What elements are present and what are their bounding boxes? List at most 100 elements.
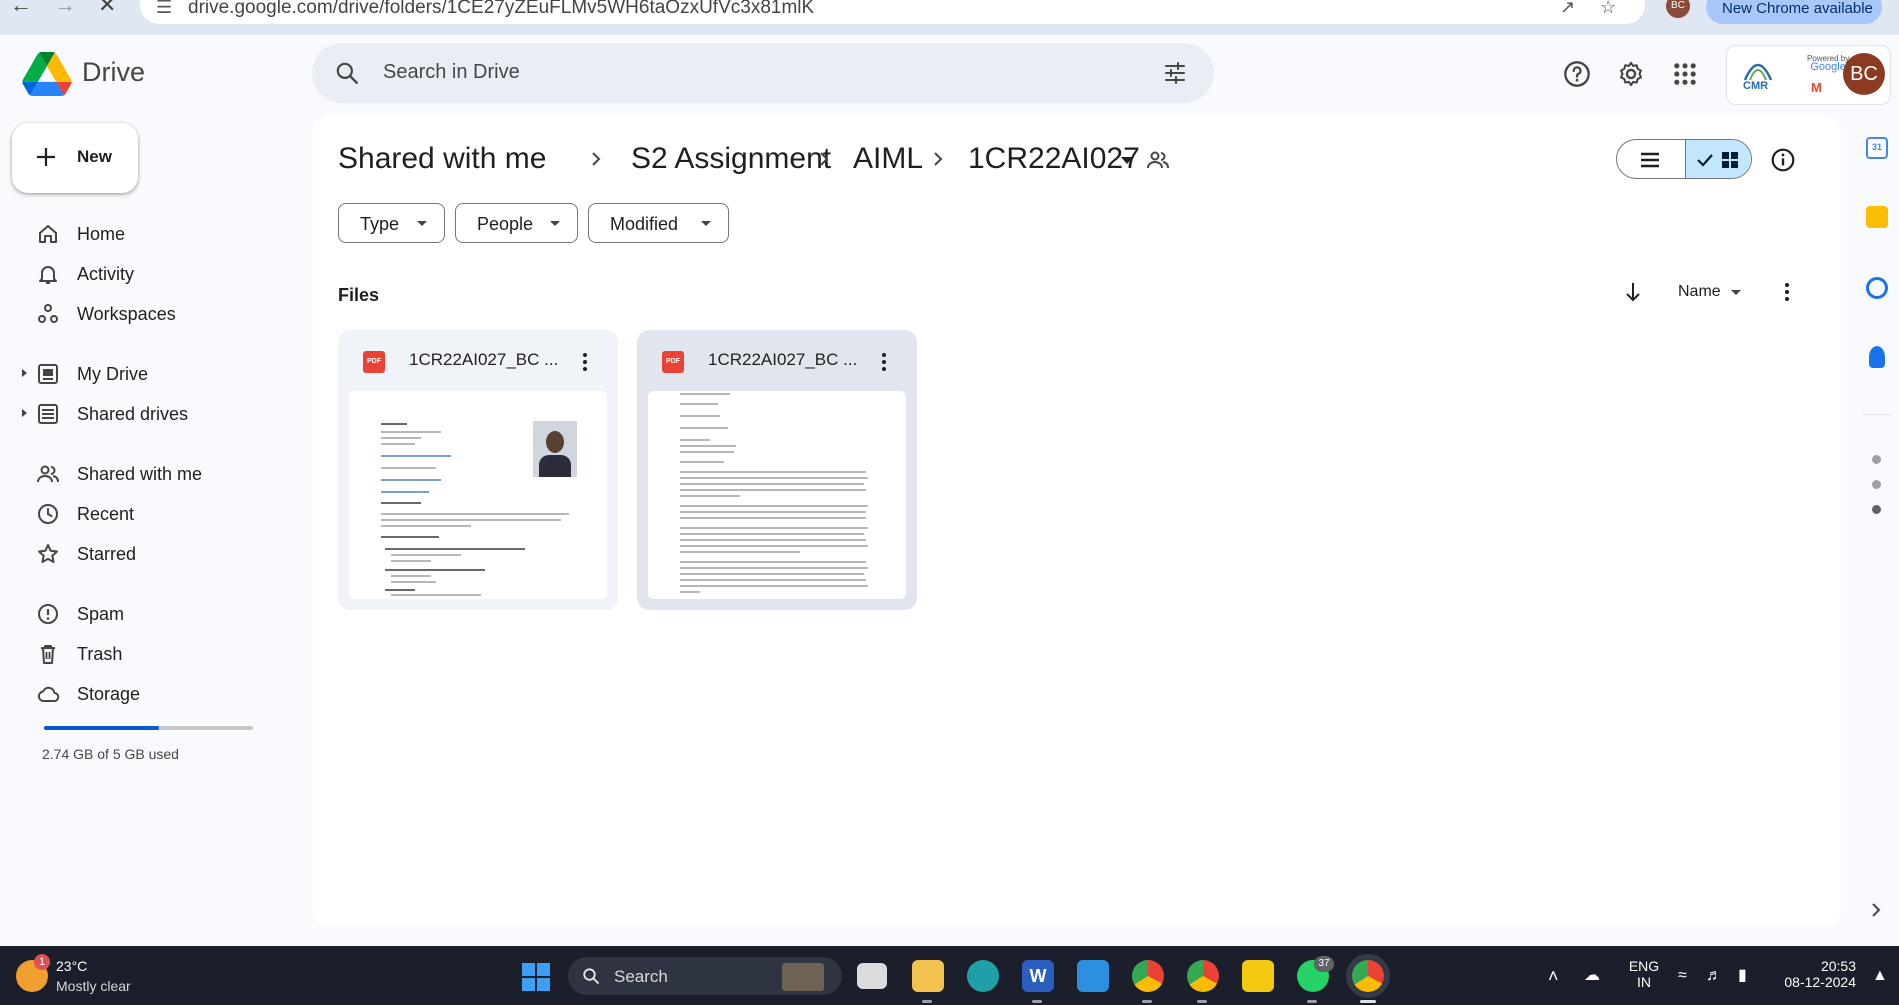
sort-direction-icon[interactable]: [1621, 280, 1645, 304]
breadcrumb-s2-assignment[interactable]: S2 Assignment: [631, 139, 831, 179]
filter-modified[interactable]: Modified: [588, 203, 729, 243]
file-card[interactable]: PDF 1CR22AI027_BC ...: [338, 330, 618, 610]
running-indicator: [1197, 1000, 1207, 1003]
onedrive-sync-icon[interactable]: ☁: [1584, 966, 1600, 986]
clock[interactable]: 20:53 08-12-2024: [1772, 958, 1856, 990]
task-view-icon[interactable]: [857, 963, 887, 989]
expand-caret-icon[interactable]: [22, 369, 27, 377]
wifi-icon[interactable]: ≈: [1678, 966, 1687, 986]
sidebar-item-spam[interactable]: Spam: [28, 594, 268, 634]
tasks-icon[interactable]: [1866, 277, 1888, 299]
rail-divider: [1862, 414, 1892, 415]
shared-folder-icon[interactable]: [1146, 148, 1170, 172]
account-avatar[interactable]: BC: [1843, 53, 1885, 95]
chrome-profile-t-icon[interactable]: [1132, 960, 1164, 992]
chrome-profile-t2-icon[interactable]: [1187, 960, 1219, 992]
sidebar-item-home[interactable]: Home: [28, 214, 268, 254]
weather-description[interactable]: Mostly clear: [56, 978, 131, 994]
sidebar-item-label: My Drive: [77, 364, 148, 384]
weather-temperature[interactable]: 23°C: [56, 958, 87, 974]
search-bar[interactable]: Search in Drive: [312, 43, 1214, 103]
rail-dot-icon: [1872, 505, 1881, 514]
volume-icon[interactable]: ♬: [1706, 966, 1722, 986]
stop-loading-icon[interactable]: ✕: [98, 0, 116, 20]
drive-logo-icon[interactable]: [22, 52, 72, 96]
plus-icon: [37, 148, 55, 166]
search-icon[interactable]: [334, 60, 360, 86]
folder-menu-caret-icon[interactable]: [1121, 157, 1133, 164]
expand-caret-icon[interactable]: [22, 409, 27, 417]
people-icon: [37, 465, 59, 483]
file-more-options-icon[interactable]: [872, 350, 896, 374]
contacts-icon[interactable]: [1869, 346, 1885, 368]
sidebar-item-shared-with-me[interactable]: Shared with me: [28, 454, 268, 494]
sort-by-button[interactable]: Name: [1678, 283, 1721, 301]
help-icon[interactable]: [1563, 60, 1591, 88]
back-icon[interactable]: ←: [10, 0, 32, 20]
chrome-profile-avatar[interactable]: BC: [1666, 0, 1690, 18]
running-indicator: [1142, 1000, 1152, 1003]
breadcrumb-aiml[interactable]: AIML: [853, 139, 923, 179]
taskbar-search[interactable]: Search: [568, 957, 842, 995]
battery-icon[interactable]: ▮: [1738, 966, 1747, 986]
sidebar-item-activity[interactable]: Activity: [28, 254, 268, 294]
pdf-icon: PDF: [363, 351, 385, 373]
search-input[interactable]: Search in Drive: [383, 61, 520, 84]
chrome-update-button[interactable]: New Chrome available: [1706, 0, 1882, 24]
chevron-right-icon[interactable]: [1868, 902, 1884, 918]
address-bar[interactable]: ☰ drive.google.com/drive/folders/1CE27yZ…: [140, 0, 1645, 24]
word-icon[interactable]: W: [1022, 960, 1054, 992]
power-bi-icon[interactable]: [1242, 960, 1274, 992]
sidebar-item-recent[interactable]: Recent: [28, 494, 268, 534]
chevron-right-icon: [934, 152, 943, 166]
sidebar-item-label: Trash: [77, 644, 123, 664]
filter-label: Type: [360, 214, 400, 234]
workspaces-icon: [38, 304, 58, 323]
apps-grid-icon[interactable]: [1671, 60, 1699, 88]
list-view-button[interactable]: [1617, 140, 1685, 178]
grid-view-icon: [1697, 152, 1738, 168]
file-card[interactable]: PDF 1CR22AI027_BC ...: [637, 330, 917, 610]
site-info-icon[interactable]: ☰: [156, 0, 172, 16]
search-icon: [583, 968, 600, 985]
cloud-icon: [37, 686, 60, 702]
forward-icon[interactable]: →: [54, 0, 76, 20]
settings-gear-icon[interactable]: [1617, 60, 1645, 88]
new-button[interactable]: New: [12, 123, 138, 193]
app-name[interactable]: Drive: [82, 57, 145, 88]
rail-dot-icon: [1872, 480, 1881, 489]
bookmark-star-icon[interactable]: ☆: [1600, 0, 1616, 16]
filter-type[interactable]: Type: [338, 203, 445, 243]
running-indicator: [1307, 1000, 1317, 1003]
edge-browser-icon[interactable]: [967, 960, 999, 992]
org-name: CMR: [1743, 80, 1769, 92]
breadcrumb-shared-with-me[interactable]: Shared with me: [338, 139, 546, 179]
sidebar-item-my-drive[interactable]: My Drive: [22, 354, 268, 394]
sidebar-item-shared-drives[interactable]: Shared drives: [22, 394, 268, 434]
chevron-down-icon[interactable]: [1731, 290, 1741, 295]
file-more-options-icon[interactable]: [573, 350, 597, 374]
notification-bell-icon[interactable]: ▲: [1872, 966, 1888, 986]
language-indicator[interactable]: ENG IN: [1628, 958, 1660, 990]
sidebar-item-workspaces[interactable]: Workspaces: [28, 294, 268, 334]
chrome-active-icon[interactable]: [1352, 960, 1384, 992]
windows-start-icon[interactable]: [522, 963, 550, 991]
keep-icon[interactable]: [1866, 206, 1888, 228]
search-options-icon[interactable]: [1162, 61, 1188, 85]
show-hidden-icons-chevron[interactable]: ˄: [1548, 966, 1559, 986]
sidebar-item-trash[interactable]: Trash: [28, 634, 268, 674]
grid-view-button[interactable]: [1685, 140, 1751, 178]
file-explorer-icon[interactable]: [912, 960, 944, 992]
calendar-icon[interactable]: 31: [1866, 137, 1888, 159]
info-icon[interactable]: [1770, 147, 1796, 173]
sidebar-item-starred[interactable]: Starred: [28, 534, 268, 574]
filter-people[interactable]: People: [455, 203, 578, 243]
rail-dot-icon: [1872, 455, 1881, 464]
open-external-icon[interactable]: ↗: [1560, 0, 1575, 16]
file-preview-thumbnail[interactable]: [648, 391, 906, 599]
vscode-icon[interactable]: [1077, 960, 1109, 992]
breadcrumb-current-folder[interactable]: 1CR22AI027: [968, 139, 1140, 179]
file-preview-thumbnail[interactable]: [349, 391, 607, 599]
sidebar-item-storage[interactable]: Storage: [28, 674, 268, 714]
more-options-icon[interactable]: [1775, 280, 1799, 304]
